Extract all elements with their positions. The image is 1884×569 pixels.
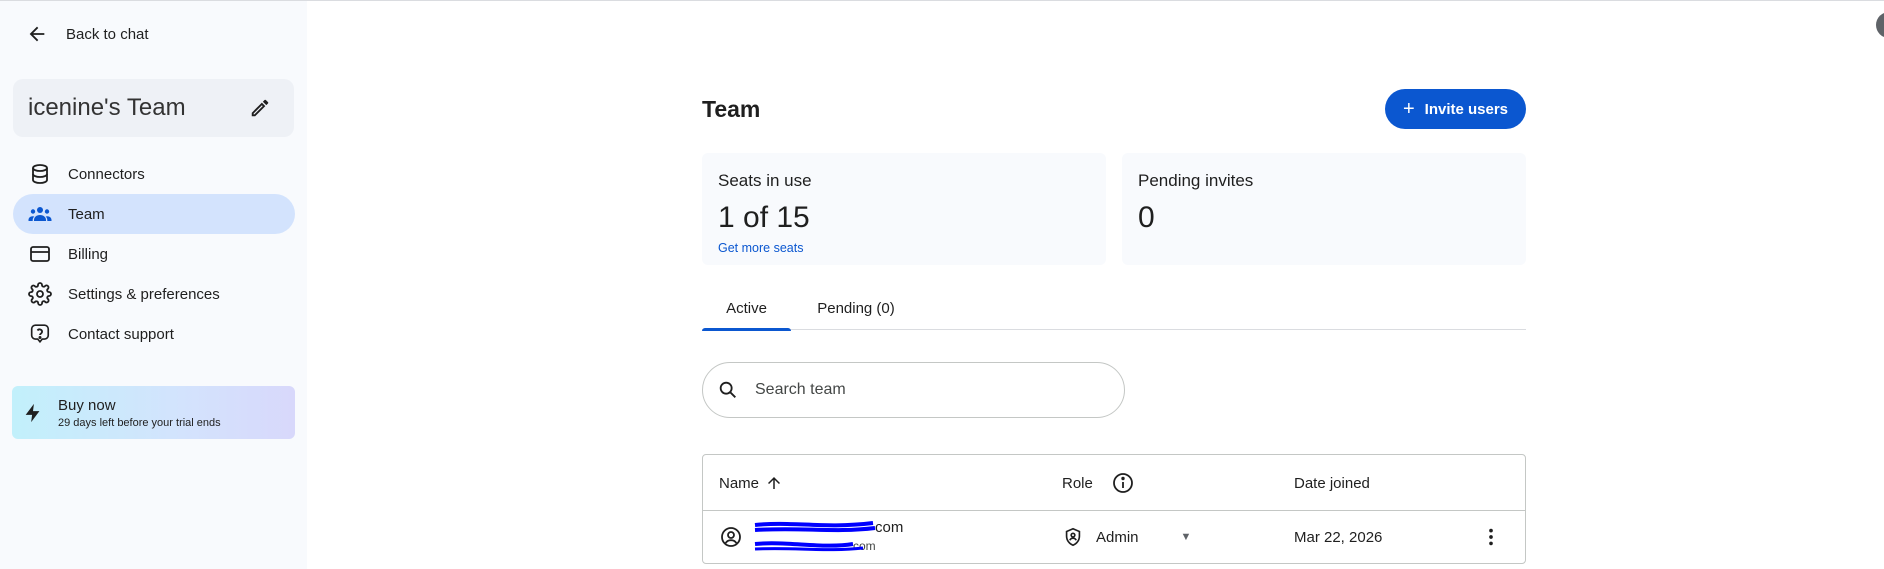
pending-invites-value: 0 (1138, 201, 1155, 234)
edit-team-name-button[interactable] (246, 94, 274, 122)
sidebar-item-settings[interactable]: Settings & preferences (13, 274, 295, 314)
sidebar: Back to chat icenine's Team Connectors T… (0, 1, 307, 569)
account-circle-icon (721, 527, 741, 547)
page-title: Team (702, 96, 761, 122)
team-name-card: icenine's Team (13, 79, 294, 137)
column-role-label: Role (1062, 474, 1093, 492)
buy-now-card[interactable]: Buy now 29 days left before your trial e… (12, 386, 295, 439)
row-actions-button[interactable] (1479, 511, 1503, 563)
sidebar-item-label: Billing (68, 245, 109, 263)
member-identity: com com (753, 517, 923, 557)
pending-invites-card: Pending invites 0 (1122, 153, 1526, 265)
invite-users-label: Invite users (1424, 100, 1509, 118)
tab-active[interactable]: Active (702, 286, 791, 331)
buy-now-title: Buy now (58, 396, 116, 414)
plus-icon: + (1402, 98, 1415, 120)
help-icon (30, 324, 50, 344)
column-header-role: Role (1062, 455, 1135, 511)
table-row: com com Admin ▼ Mar 22, 2026 (703, 511, 1525, 563)
search-input[interactable] (755, 381, 1085, 399)
table-header: Name Role Date joined (703, 455, 1525, 511)
member-cell: com com (719, 511, 923, 563)
sidebar-nav: Connectors Team Billing Settings & prefe… (13, 154, 295, 354)
account-avatar[interactable] (1876, 12, 1884, 38)
admin-shield-icon (1065, 527, 1081, 547)
team-tabs: Active Pending (0) (702, 286, 1526, 331)
sidebar-item-label: Team (68, 205, 105, 223)
pending-invites-label: Pending invites (1138, 171, 1254, 190)
arrow-left-icon (29, 26, 45, 42)
gear-icon (28, 282, 52, 306)
bolt-icon (25, 403, 40, 422)
role-dropdown[interactable]: Admin ▼ (1062, 511, 1191, 563)
seats-value: 1 of 15 (718, 201, 810, 234)
sidebar-item-label: Connectors (68, 165, 145, 183)
sidebar-item-team[interactable]: Team (13, 194, 295, 234)
back-to-chat-label: Back to chat (66, 25, 149, 43)
column-header-date-joined: Date joined (1294, 455, 1370, 511)
column-date-label: Date joined (1294, 474, 1370, 492)
team-table: Name Role Date joined com com Admin ▼ Ma… (702, 454, 1526, 564)
tab-pending[interactable]: Pending (0) (806, 286, 906, 330)
back-to-chat-link[interactable]: Back to chat (26, 19, 149, 49)
column-name-label: Name (719, 474, 760, 492)
arrow-up-icon (768, 477, 781, 489)
trial-remaining-text: 29 days left before your trial ends (58, 416, 221, 429)
credit-card-icon (30, 246, 50, 262)
database-icon (32, 164, 48, 184)
date-joined-cell: Mar 22, 2026 (1294, 528, 1383, 546)
role-value: Admin (1096, 528, 1139, 546)
info-icon[interactable] (1111, 471, 1135, 495)
caret-down-icon: ▼ (1180, 531, 1192, 543)
member-email: com (875, 519, 904, 536)
column-header-name[interactable]: Name (719, 455, 783, 511)
people-icon (28, 207, 52, 221)
invite-users-button[interactable]: + Invite users (1385, 89, 1526, 129)
get-more-seats-link[interactable]: Get more seats (718, 241, 1090, 255)
team-name: icenine's Team (28, 94, 186, 121)
sidebar-item-contact-support[interactable]: Contact support (13, 314, 295, 354)
sidebar-item-label: Settings & preferences (68, 285, 220, 303)
search-team-box (702, 362, 1125, 418)
seats-label: Seats in use (718, 171, 812, 190)
sidebar-item-label: Contact support (68, 325, 174, 343)
seats-in-use-card: Seats in use 1 of 15 Get more seats (702, 153, 1106, 265)
more-vert-icon (1489, 528, 1493, 546)
sidebar-item-billing[interactable]: Billing (13, 234, 295, 274)
sidebar-item-connectors[interactable]: Connectors (13, 154, 295, 194)
member-subtext: com (853, 539, 876, 553)
search-icon (719, 381, 736, 398)
pencil-icon (251, 99, 269, 117)
